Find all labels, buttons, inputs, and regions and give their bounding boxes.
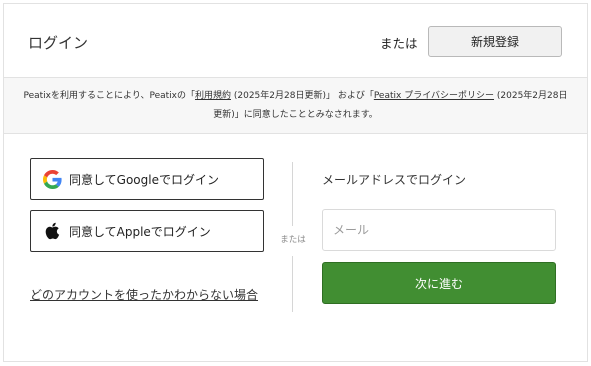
email-login-title: メールアドレスでログイン [322,173,467,187]
vertical-divider [292,162,293,226]
header-or-text: または [380,36,418,51]
email-field[interactable] [322,209,556,251]
terms-of-service-link[interactable]: 利用規約 [195,91,231,101]
apple-login-label: 同意してAppleでログイン [69,224,211,239]
vertical-divider [292,256,293,312]
page-title: ログイン [28,34,89,52]
terms-text-1: Peatixを利用することにより、Peatixの「 [23,91,195,101]
divider-or-text: または [280,235,306,245]
terms-notice: Peatixを利用することにより、Peatixの「利用規約 (2025年2月28… [4,77,587,134]
terms-text-2: (2025年2月28日更新)」 および「 [231,91,374,101]
apple-login-button[interactable]: 同意してAppleでログイン [30,210,264,252]
account-help-link[interactable]: どのアカウントを使ったかわからない場合 [30,286,258,303]
next-button[interactable]: 次に進む [322,262,556,304]
privacy-policy-link[interactable]: Peatix プライバシーポリシー [374,91,494,101]
login-header: ログイン または 新規登録 [4,4,587,78]
google-login-button[interactable]: 同意してGoogleでログイン [30,158,264,200]
login-card: ログイン または 新規登録 Peatixを利用することにより、Peatixの「利… [3,3,588,362]
google-icon [42,169,62,189]
apple-icon [42,221,62,241]
google-login-label: 同意してGoogleでログイン [69,172,219,187]
signup-button[interactable]: 新規登録 [428,26,562,57]
